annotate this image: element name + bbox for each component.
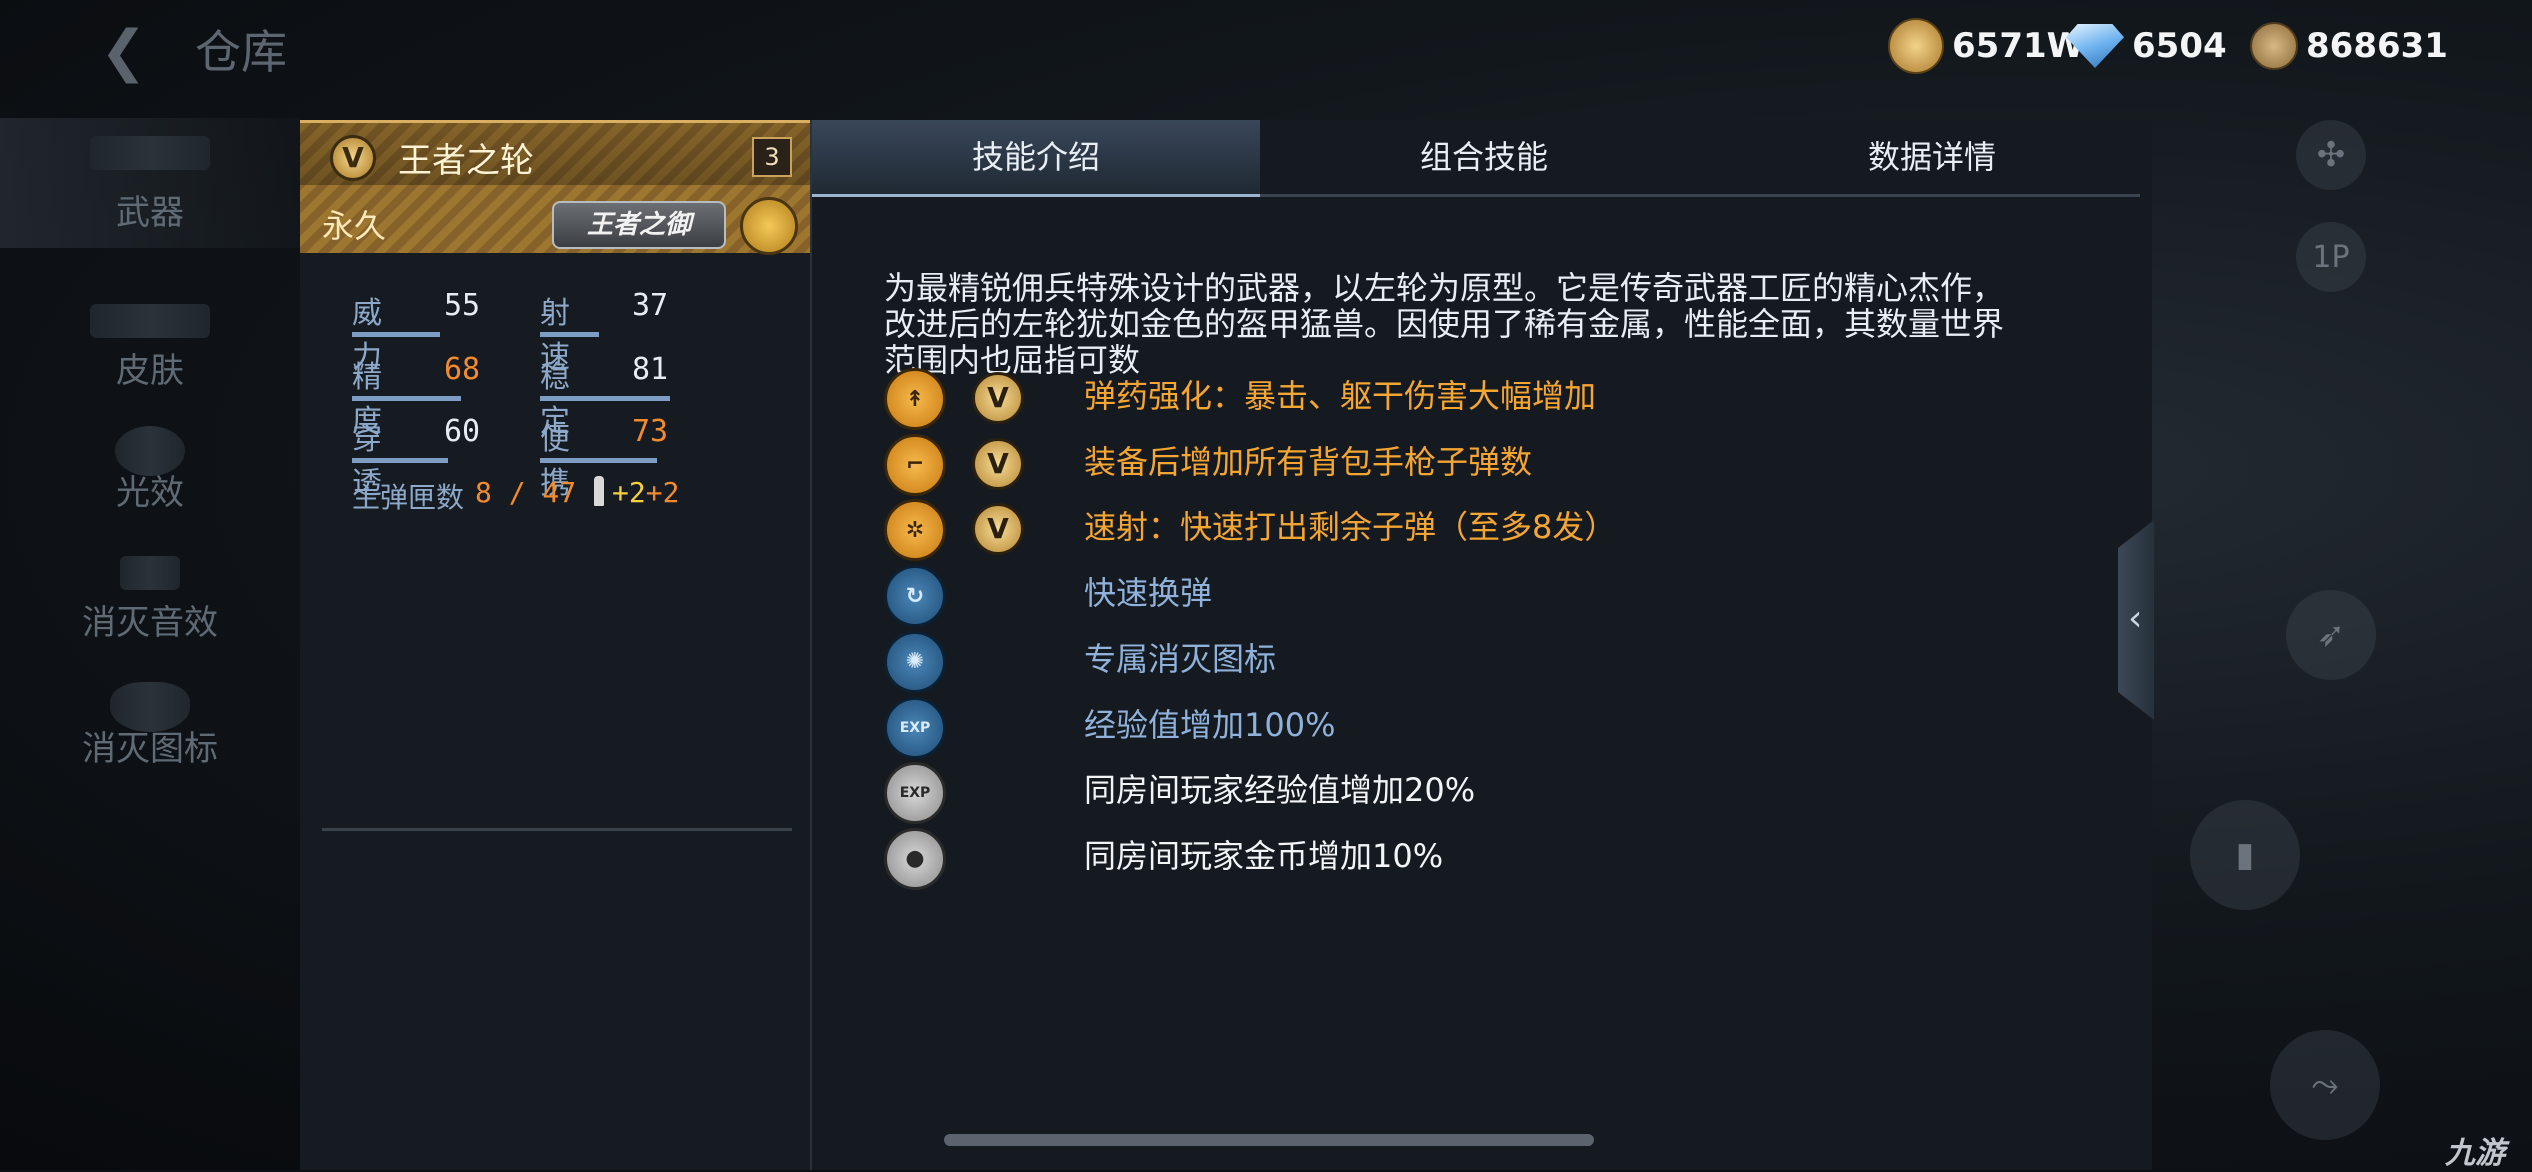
medal-coin-icon bbox=[2250, 22, 2298, 70]
v-rank-icon: V bbox=[972, 503, 1024, 556]
rifle-icon bbox=[90, 136, 210, 170]
sidebar-item-label: 光效 bbox=[116, 473, 184, 513]
sidebar-item-kill-icon[interactable]: 消灭图标 bbox=[0, 664, 300, 784]
room-exp-icon: EXP bbox=[884, 762, 946, 825]
weapon-name: 王者之轮 bbox=[398, 141, 534, 181]
stat-bar bbox=[352, 332, 440, 337]
exp-icon: EXP bbox=[884, 696, 946, 759]
weapon-description: 为最精锐佣兵特殊设计的武器，以左轮为原型。它是传奇武器工匠的精心杰作，改进后的左… bbox=[884, 269, 2005, 379]
rifle-skin-icon bbox=[90, 304, 210, 338]
revolver-cylinder-icon: ✲ bbox=[884, 499, 946, 562]
skill-text: 同房间玩家金币增加10% bbox=[1084, 836, 1444, 875]
skill-text: 速射：快速打出剩余子弹（至多8发） bbox=[1084, 508, 1617, 547]
skill-row: EXP 经验值增加100% bbox=[884, 696, 2084, 759]
ammo-bonus: +2+2 bbox=[612, 476, 680, 509]
back-button[interactable]: ❮ bbox=[100, 22, 160, 82]
skill-row: ✲ V 速射：快速打出剩余子弹（至多8发） bbox=[884, 499, 2084, 562]
medal-value: 868631 bbox=[2306, 26, 2448, 66]
stat-bar bbox=[540, 396, 670, 401]
fast-reload-icon: ↻ bbox=[884, 565, 946, 628]
chevron-left-icon: ❮ bbox=[100, 19, 147, 84]
jump-icon[interactable]: ➶ bbox=[2286, 590, 2376, 680]
currency-diamond[interactable]: 6504 bbox=[2066, 18, 2227, 74]
v-rank-icon: V bbox=[972, 437, 1024, 490]
crouch-icon[interactable]: ⤳ bbox=[2270, 1030, 2380, 1140]
skill-text: 专属消灭图标 bbox=[1084, 639, 1277, 678]
skill-row: ↟ V 弹药强化：暴击、躯干伤害大幅增加 bbox=[884, 368, 2084, 430]
tab-bar: 技能介绍 组合技能 数据详情 bbox=[812, 120, 2140, 197]
gold-bar-icon bbox=[1888, 18, 1944, 74]
stat-bar bbox=[352, 396, 461, 401]
page-title: 仓库 bbox=[195, 25, 287, 79]
stat-bar bbox=[352, 458, 448, 463]
gold-value: 6571W bbox=[1952, 26, 2085, 66]
weapon-title-badge: 王者之御 bbox=[552, 201, 726, 249]
skill-row: ● 同房间玩家金币增加10% bbox=[884, 827, 2084, 890]
sidebar-item-kill-sound[interactable]: 消灭音效 bbox=[0, 538, 300, 658]
currency-medal[interactable]: 868631 bbox=[2250, 18, 2448, 74]
skill-text: 装备后增加所有背包手枪子弹数 bbox=[1084, 442, 1533, 481]
v-rank-icon: V bbox=[972, 372, 1024, 424]
kill-icon: ✺ bbox=[884, 630, 946, 693]
sidebar-item-weapons[interactable]: 武器 bbox=[0, 118, 300, 248]
skill-row: EXP 同房间玩家经验值增加20% bbox=[884, 762, 2084, 825]
sidebar-item-effects[interactable]: 光效 bbox=[0, 408, 300, 528]
skill-text: 经验值增加100% bbox=[1084, 705, 1336, 744]
stat-bar bbox=[540, 458, 657, 463]
weapon-duration: 永久 bbox=[322, 207, 387, 245]
weapon-info-panel: V 王者之轮 3 永久 王者之御 威力 55 射速 37 精度 68 稳定 81… bbox=[300, 120, 812, 1170]
sidebar: 武器 皮肤 光效 消灭音效 消灭图标 bbox=[0, 118, 300, 1170]
ammo-boost-icon: ↟ bbox=[884, 368, 946, 430]
top-bar: ❮ 仓库 6571W 6504 868631 bbox=[0, 0, 2532, 100]
v-rank-icon: V bbox=[330, 135, 376, 181]
tab-data-details[interactable]: 数据详情 bbox=[1708, 120, 2156, 194]
tab-combo-skills[interactable]: 组合技能 bbox=[1260, 120, 1708, 194]
currency-gold[interactable]: 6571W bbox=[1888, 18, 2084, 74]
skill-row: ✺ 专属消灭图标 bbox=[884, 630, 2084, 693]
skill-text: 快速换弹 bbox=[1084, 574, 1213, 613]
weapon-header: V 王者之轮 3 永久 王者之御 bbox=[300, 120, 810, 255]
bullet-icon bbox=[594, 476, 604, 506]
watermark: 九游 bbox=[2445, 1136, 2505, 1171]
weapon-level: 3 bbox=[752, 137, 792, 177]
chevron-left-icon: ‹ bbox=[2128, 598, 2143, 639]
tab-skill-intro[interactable]: 技能介绍 bbox=[812, 120, 1260, 197]
sidebar-item-label: 消灭图标 bbox=[82, 729, 218, 769]
ammo-label: 主弹匣数 bbox=[352, 481, 465, 514]
weapon-medal-icon[interactable] bbox=[740, 197, 798, 255]
skill-text: 同房间玩家经验值增加20% bbox=[1084, 771, 1476, 810]
detail-panel: 技能介绍 组合技能 数据详情 为最精锐佣兵特殊设计的武器，以左轮为原型。它是传奇… bbox=[812, 120, 2152, 1170]
horizontal-scrollbar[interactable] bbox=[944, 1134, 1594, 1146]
sidebar-item-label: 消灭音效 bbox=[82, 603, 218, 643]
sidebar-item-label: 武器 bbox=[116, 193, 184, 233]
gamepad-icon[interactable]: ✣ bbox=[2296, 120, 2366, 190]
sidebar-item-label: 皮肤 bbox=[116, 351, 184, 391]
reload-icon[interactable]: ▮ bbox=[2190, 800, 2300, 910]
stat-bar bbox=[540, 332, 599, 337]
pistol-icon: ⌐ bbox=[884, 433, 946, 496]
diamond-icon bbox=[2066, 24, 2124, 68]
skill-row: ⌐ V 装备后增加所有背包手枪子弹数 bbox=[884, 433, 2084, 496]
room-coin-icon: ● bbox=[884, 827, 946, 890]
sidebar-item-skins[interactable]: 皮肤 bbox=[0, 286, 300, 406]
divider bbox=[322, 828, 792, 831]
view-toggle-button[interactable]: 1P bbox=[2296, 222, 2366, 292]
ammo-value: 8 / 47 bbox=[475, 476, 577, 509]
skill-text: 弹药强化：暴击、躯干伤害大幅增加 bbox=[1084, 377, 1597, 415]
diamond-value: 6504 bbox=[2132, 26, 2227, 66]
skill-row: ↻ 快速换弹 bbox=[884, 565, 2084, 628]
kill-sound-icon bbox=[120, 556, 180, 590]
